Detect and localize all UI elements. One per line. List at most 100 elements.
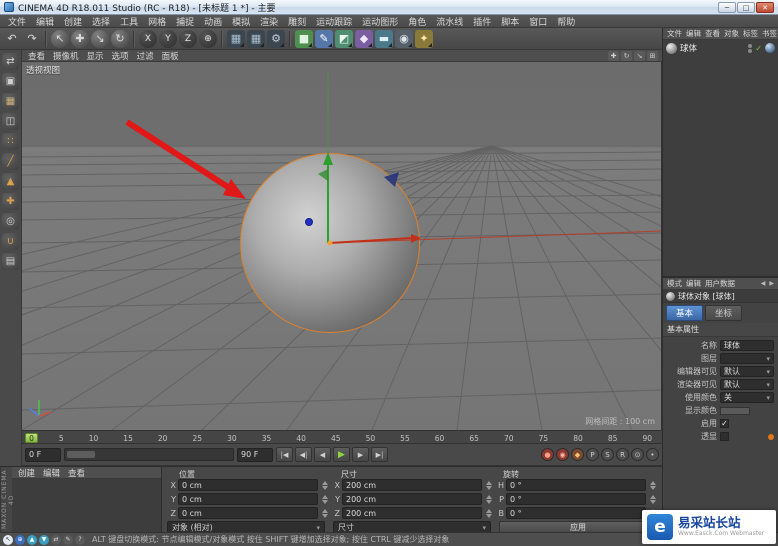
menu-item[interactable]: 角色 (403, 15, 431, 28)
spinner[interactable] (484, 479, 493, 491)
render-settings-button[interactable]: ⚙ (267, 29, 285, 48)
timeline-ruler[interactable]: 0 051015202530354045505560657075808590 (22, 430, 662, 444)
status-down-icon[interactable]: ▼ (39, 534, 49, 545)
rotation-field[interactable]: 0 ° (506, 507, 646, 519)
viewport-solo-button[interactable]: ◎ (2, 213, 19, 230)
view-maximize-icon[interactable]: ⊞ (647, 50, 658, 61)
menu-item[interactable]: 动画 (199, 15, 227, 28)
status-up-icon[interactable]: ▲ (27, 534, 37, 545)
record-parameter-button[interactable]: ⊙ (631, 448, 644, 461)
record-rotation-button[interactable]: R (616, 448, 629, 461)
position-field[interactable]: 0 cm (178, 479, 318, 491)
spinner[interactable] (320, 507, 329, 519)
menu-item[interactable]: 模拟 (227, 15, 255, 28)
enable-axis-button[interactable]: ✚ (2, 193, 19, 210)
view-pan-icon[interactable]: ✚ (608, 50, 619, 61)
attribute-tab[interactable]: 坐标 (705, 305, 743, 321)
object-menu-item[interactable]: 书签 (760, 28, 778, 39)
menu-item[interactable]: 编辑 (31, 15, 59, 28)
viewport-menu-item[interactable]: 面板 (158, 50, 183, 62)
add-cube-button[interactable]: ■ (295, 29, 313, 48)
add-spline-button[interactable]: ✎ (315, 29, 333, 48)
status-help-icon[interactable]: ? (75, 534, 85, 545)
start-frame-input[interactable]: 0 F (25, 447, 61, 462)
viewport-menu-item[interactable]: 摄像机 (49, 50, 83, 62)
menu-item[interactable]: 运动跟踪 (311, 15, 357, 28)
menu-item[interactable]: 脚本 (496, 15, 524, 28)
viewport-menu-item[interactable]: 过滤 (133, 50, 158, 62)
next-frame-button[interactable]: ▶ (352, 447, 369, 462)
viewport-menu-item[interactable]: 显示 (83, 50, 108, 62)
attribute-checkbox[interactable] (720, 419, 729, 428)
attribute-field[interactable] (720, 353, 774, 364)
menu-item[interactable]: 帮助 (552, 15, 580, 28)
status-pen-icon[interactable]: ✎ (63, 534, 73, 545)
spinner[interactable] (648, 479, 657, 491)
redo-button[interactable]: ↷ (23, 30, 41, 48)
workplane-lock-button[interactable]: ▤ (2, 253, 19, 270)
object-menu-item[interactable]: 查看 (703, 28, 722, 39)
make-editable-button[interactable]: ⇄ (2, 53, 19, 70)
xz-plane-handle[interactable] (384, 172, 399, 187)
view-label[interactable]: 透视视图 (26, 64, 60, 76)
play-button[interactable]: ▶ (333, 447, 350, 462)
keyframe-selection-button[interactable]: ◆ (571, 448, 584, 461)
snap-enable-button[interactable]: ∪ (2, 233, 19, 250)
view-rotate-icon[interactable]: ↻ (621, 50, 632, 61)
xy-plane-handle[interactable] (318, 169, 328, 181)
spinner[interactable] (320, 479, 329, 491)
menu-item[interactable]: 窗口 (524, 15, 552, 28)
autokey-button[interactable]: ◉ (556, 448, 569, 461)
menu-item[interactable]: 文件 (3, 15, 31, 28)
editor-visibility-dot[interactable] (748, 43, 753, 48)
menu-item[interactable]: 插件 (468, 15, 496, 28)
menu-item[interactable]: 捕捉 (171, 15, 199, 28)
goto-end-button[interactable]: ▶| (371, 447, 388, 462)
add-floor-button[interactable]: ▬ (375, 29, 393, 48)
viewport-menu-item[interactable]: 查看 (24, 50, 49, 62)
undo-button[interactable]: ↶ (3, 30, 21, 48)
live-selection-button[interactable]: ↖ (51, 29, 69, 48)
record-point-level-button[interactable]: • (646, 448, 659, 461)
render-view-button[interactable]: ▦ (227, 29, 245, 48)
texture-mode-button[interactable]: ▦ (2, 93, 19, 110)
history-back-icon[interactable]: ◀ (759, 280, 768, 287)
attribute-menu-item[interactable]: 编辑 (684, 278, 703, 289)
lock-z-axis-button[interactable]: Z (179, 29, 197, 48)
attribute-field[interactable]: 球体 (720, 340, 774, 351)
minimize-button[interactable]: ─ (718, 1, 736, 13)
rotation-field[interactable]: 0 ° (506, 479, 646, 491)
materials-list[interactable] (12, 479, 161, 532)
viewport[interactable]: 透视视图 网格间距 : 100 cm (22, 62, 662, 430)
attribute-menu-item[interactable]: 模式 (665, 278, 684, 289)
object-menu-item[interactable]: 对象 (722, 28, 741, 39)
model-mode-button[interactable]: ▣ (2, 73, 19, 90)
add-light-button[interactable]: ✦ (415, 29, 433, 48)
status-globe-icon[interactable]: ⊕ (15, 534, 25, 545)
move-tool-button[interactable]: ✚ (71, 29, 89, 48)
menu-item[interactable]: 流水线 (431, 15, 468, 28)
spinner[interactable] (484, 507, 493, 519)
menu-item[interactable]: 雕刻 (283, 15, 311, 28)
spinner[interactable] (320, 493, 329, 505)
scale-tool-button[interactable]: ↘ (91, 29, 109, 48)
x-axis-arrowhead[interactable] (411, 234, 421, 243)
visibility-toggles[interactable] (748, 43, 753, 53)
status-link-icon[interactable]: ⇄ (51, 534, 61, 545)
menu-item[interactable]: 工具 (115, 15, 143, 28)
object-row-sphere[interactable]: 球体 ✓ (663, 41, 778, 55)
attribute-menu-item[interactable]: 用户数据 (703, 278, 737, 289)
spinner[interactable] (484, 493, 493, 505)
maximize-button[interactable]: □ (737, 1, 755, 13)
attribute-checkbox[interactable] (720, 432, 729, 441)
lock-y-axis-button[interactable]: Y (159, 29, 177, 48)
size-field[interactable]: 200 cm (342, 493, 482, 505)
history-forward-icon[interactable]: ▶ (767, 280, 776, 287)
range-handle[interactable] (67, 451, 95, 458)
attribute-field[interactable]: 关 (720, 392, 774, 403)
frame-range-slider[interactable] (64, 448, 234, 461)
menu-item[interactable]: 运动图形 (357, 15, 403, 28)
add-subdivision-button[interactable]: ◩ (335, 29, 353, 48)
end-frame-input[interactable]: 90 F (237, 447, 273, 462)
gizmo-origin[interactable] (327, 240, 333, 246)
